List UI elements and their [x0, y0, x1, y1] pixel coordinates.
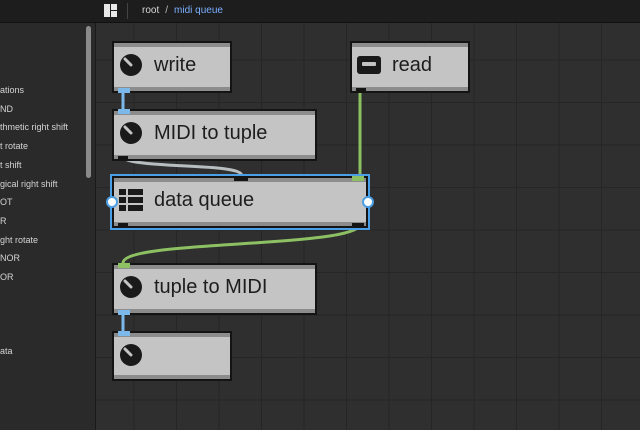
node-header-bar	[114, 333, 230, 337]
sidebar-item[interactable]: ND	[0, 104, 13, 115]
node-header-bar	[114, 265, 315, 269]
sidebar-item[interactable]: ations	[0, 85, 24, 96]
input-port[interactable]	[118, 109, 130, 114]
grid-menu-icon[interactable]	[104, 4, 117, 17]
node-data-queue[interactable]: data queue	[110, 174, 370, 230]
node-footer-bar	[114, 155, 315, 159]
breadcrumb-separator: /	[165, 5, 169, 16]
node-label: MIDI to tuple	[154, 122, 268, 144]
input-port[interactable]	[118, 263, 130, 268]
node-canvas[interactable]: write read MIDI to tuple data queue tupl…	[96, 23, 640, 430]
node-read[interactable]: read	[350, 41, 470, 93]
breadcrumb: root / midi queue	[142, 5, 223, 16]
output-port[interactable]	[356, 88, 366, 93]
sidebar-item[interactable]: NOR	[0, 253, 20, 264]
node-write[interactable]: write	[112, 41, 232, 93]
breadcrumb-current[interactable]: midi queue	[174, 5, 223, 16]
input-port[interactable]	[234, 176, 248, 181]
output-port[interactable]	[118, 88, 130, 93]
node-label: read	[392, 54, 433, 76]
slot-icon	[357, 56, 381, 74]
output-port[interactable]	[118, 223, 128, 228]
node-header-bar	[352, 43, 468, 47]
node-header-bar	[114, 43, 230, 47]
top-bar: root / midi queue	[0, 0, 640, 23]
node-footer-bar	[352, 87, 468, 91]
sidebar-item[interactable]: OR	[0, 272, 14, 283]
output-port[interactable]	[118, 156, 128, 161]
sidebar-item[interactable]: thmetic right shift	[0, 122, 68, 133]
sidebar-item[interactable]: OT	[0, 197, 13, 208]
node-footer-bar	[114, 375, 230, 379]
knob-icon	[120, 122, 142, 144]
node-footer-bar	[114, 222, 366, 226]
node-midi-to-tuple[interactable]: MIDI to tuple	[112, 109, 317, 161]
breadcrumb-root[interactable]: root	[142, 5, 159, 16]
node-midi-output[interactable]	[112, 331, 232, 381]
input-port[interactable]	[352, 176, 364, 181]
resize-handle-left[interactable]	[106, 196, 118, 208]
output-port[interactable]	[352, 223, 364, 228]
sidebar-item[interactable]: t rotate	[0, 141, 28, 152]
sidebar-item[interactable]: ata	[0, 346, 13, 357]
input-port[interactable]	[118, 331, 130, 336]
output-port[interactable]	[118, 310, 130, 315]
table-grid-icon	[119, 189, 143, 211]
sidebar-item[interactable]: ght rotate	[0, 235, 38, 246]
node-tuple-to-midi[interactable]: tuple to MIDI	[112, 263, 317, 315]
resize-handle-right[interactable]	[362, 196, 374, 208]
sidebar-item[interactable]: R	[0, 216, 7, 227]
sidebar-item[interactable]: gical right shift	[0, 179, 58, 190]
sidebar-item[interactable]: t shift	[0, 160, 22, 171]
node-header-bar	[114, 111, 315, 115]
operation-list-sidebar: ations ND thmetic right shift t rotate t…	[0, 23, 96, 430]
toolbar-divider	[127, 3, 128, 19]
sidebar-scrollbar[interactable]	[86, 26, 91, 178]
wire-data-queue-to-tuple-to-midi	[121, 222, 363, 264]
knob-icon	[120, 344, 142, 366]
node-footer-bar	[114, 309, 315, 313]
node-label: write	[154, 54, 197, 76]
node-footer-bar	[114, 87, 230, 91]
knob-icon	[120, 276, 142, 298]
node-label: data queue	[154, 189, 255, 211]
knob-icon	[120, 54, 142, 76]
node-label: tuple to MIDI	[154, 276, 268, 298]
